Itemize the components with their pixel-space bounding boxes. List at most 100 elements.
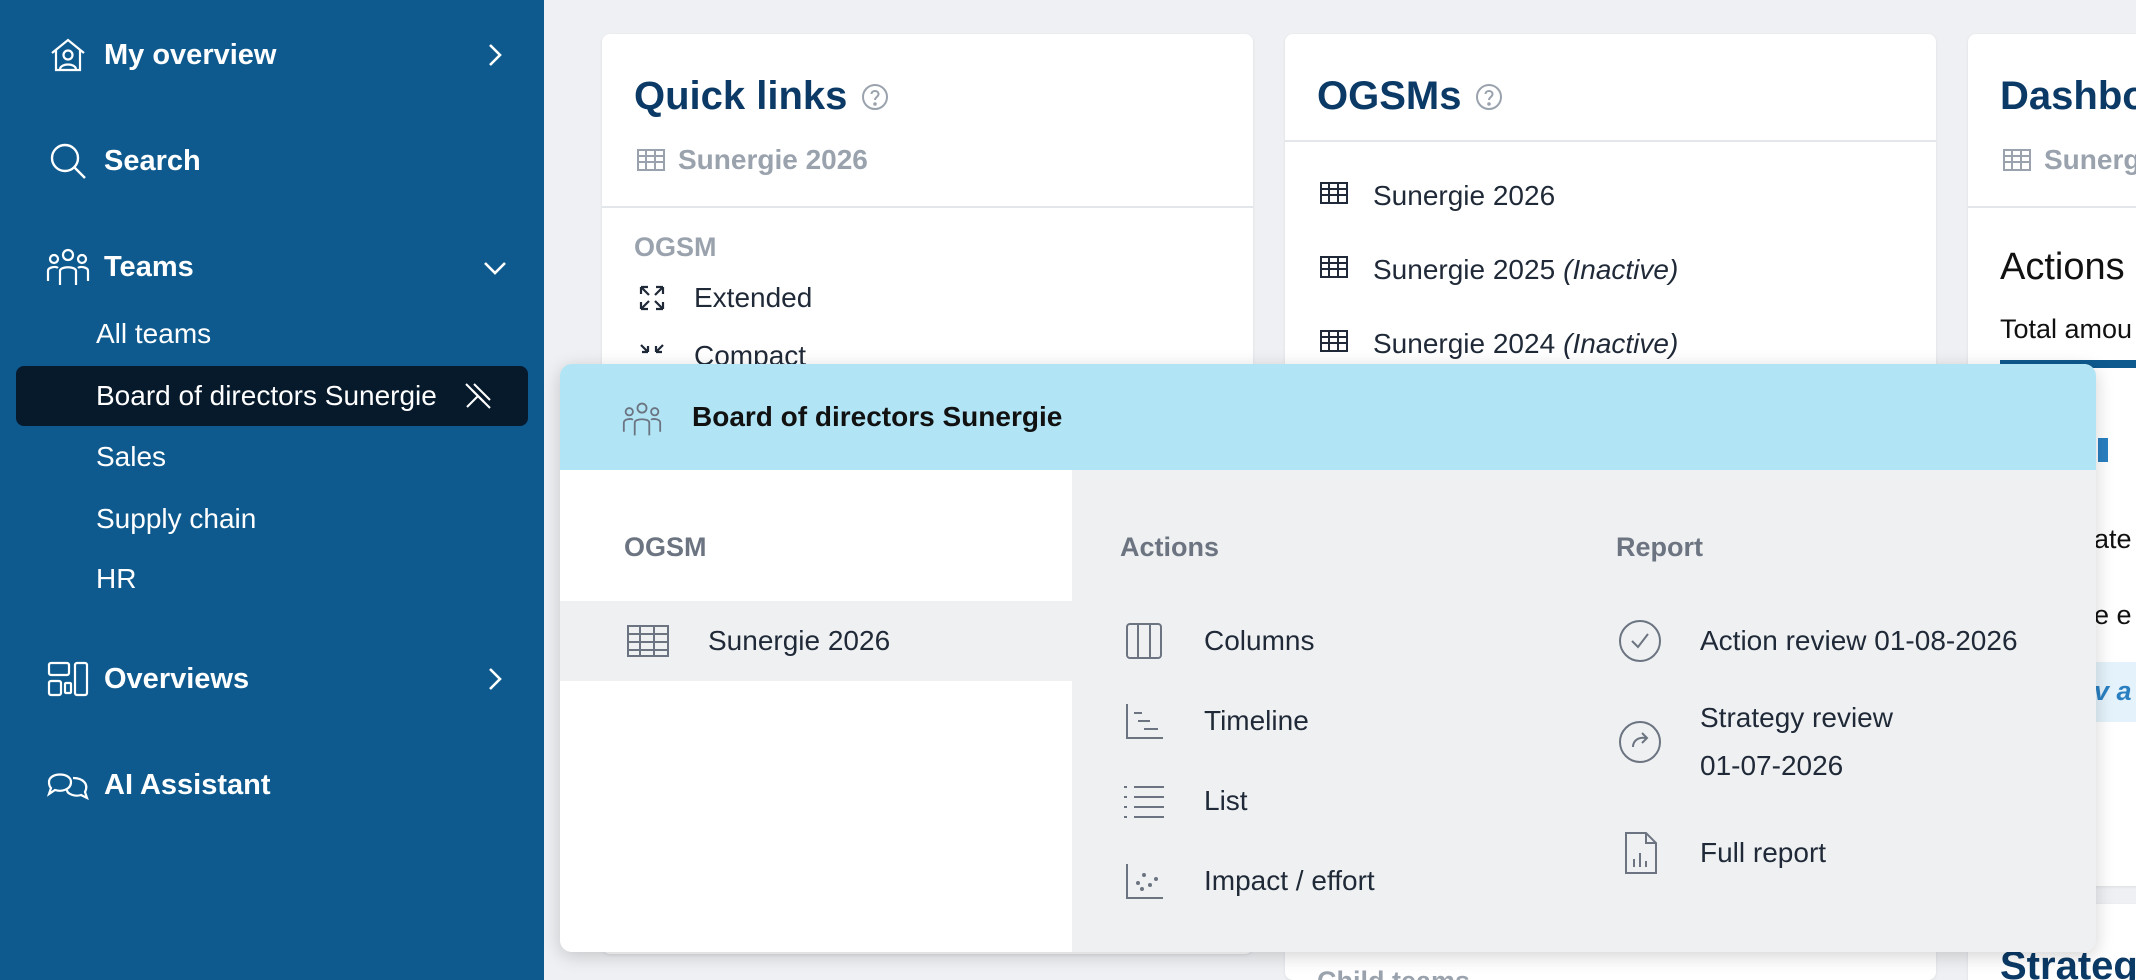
child-teams-label: Child teams <box>1317 966 1470 980</box>
sidebar: My overview Search Teams All teams Board… <box>0 0 544 980</box>
nav-my-overview[interactable]: My overview <box>44 25 276 85</box>
popup-item-label: List <box>1204 785 1248 816</box>
popup-action-impact-effort[interactable]: Impact / effort <box>1120 857 1375 905</box>
popup-report-heading: Report <box>1616 532 1703 562</box>
table-icon <box>2002 148 2032 172</box>
dashboard-link-fragment[interactable]: v a <box>2094 676 2132 707</box>
redo-circle-icon <box>1616 718 1664 766</box>
sidebar-item-supply-chain[interactable]: Supply chain <box>96 497 256 541</box>
quick-link-label: Extended <box>694 282 813 313</box>
nav-teams[interactable]: Teams <box>44 237 194 297</box>
popup-item-label: 01-07-2026 <box>1700 750 1844 781</box>
help-icon[interactable] <box>1475 83 1503 111</box>
sidebar-item-board-of-directors[interactable]: Board of directors Sunergie <box>96 366 437 426</box>
popup-item-label: Timeline <box>1204 705 1309 736</box>
dashboard-subtitle: Sunerg <box>2044 144 2136 175</box>
ogsm-status: (Inactive) <box>1563 254 1679 285</box>
popup-item-label: Columns <box>1204 625 1315 656</box>
ogsms-title: OGSMs <box>1317 74 1503 119</box>
popup-item-label: Sunergie 2026 <box>708 625 891 656</box>
team-icon <box>44 243 92 291</box>
table-icon <box>1319 254 1351 286</box>
nav-ai-assistant-label: AI Assistant <box>104 768 271 801</box>
divider <box>602 206 1253 208</box>
sidebar-item-label: Sales <box>96 441 167 472</box>
popup-title: Board of directors Sunergie <box>692 401 1063 432</box>
dashboard-text-fragment: ate <box>2094 524 2132 554</box>
list-icon <box>1120 777 1168 825</box>
sidebar-item-hr[interactable]: HR <box>96 557 136 601</box>
popup-action-columns[interactable]: Columns <box>1120 617 1314 665</box>
sidebar-item-label: Supply chain <box>96 503 257 534</box>
scatter-icon <box>1120 857 1168 905</box>
nav-my-overview-label: My overview <box>104 38 277 71</box>
divider <box>1968 206 2136 208</box>
table-icon <box>1319 328 1351 360</box>
quick-link-extended[interactable]: Extended <box>636 282 812 314</box>
table-icon <box>636 148 666 172</box>
nav-overviews-label: Overviews <box>104 662 250 695</box>
table-icon <box>1319 180 1351 212</box>
columns-icon <box>1120 617 1168 665</box>
quick-links-subtitle: Sunergie 2026 <box>678 144 868 175</box>
check-circle-icon <box>1616 617 1664 665</box>
expand-icon <box>636 282 668 314</box>
sidebar-item-label: HR <box>96 563 137 594</box>
table-icon <box>624 617 672 665</box>
popup-ogsm-item[interactable]: Sunergie 2026 <box>624 617 890 665</box>
quick-links-ogsm-selector[interactable]: Sunergie 2026 <box>636 144 868 176</box>
ogsm-name: Sunergie 2025 <box>1373 254 1556 285</box>
popup-ogsm-heading: OGSM <box>624 532 707 562</box>
card-title-text: OGSMs <box>1317 74 1462 118</box>
quick-links-section-label: OGSM <box>634 232 717 262</box>
popup-actions-heading: Actions <box>1120 532 1220 562</box>
chevron-right-icon[interactable] <box>482 42 508 68</box>
ogsm-name: Sunergie 2024 <box>1373 328 1556 359</box>
quick-links-title: Quick links <box>634 74 889 119</box>
nav-teams-label: Teams <box>104 250 194 283</box>
popup-item-label: Action review 01-08-2026 <box>1700 625 2018 656</box>
nav-overviews[interactable]: Overviews <box>44 649 249 709</box>
popup-item-label: Full report <box>1700 837 1827 868</box>
team-popup-menu: Board of directors Sunergie OGSM Sunergi… <box>560 364 2096 952</box>
card-title-text: Quick links <box>634 74 848 118</box>
divider <box>1285 140 1936 142</box>
dashboard-actions-title: Actions <box>2000 246 2125 288</box>
popup-action-timeline[interactable]: Timeline <box>1120 697 1309 745</box>
ogsm-item[interactable]: Sunergie 2025 (Inactive) <box>1319 254 1678 286</box>
ogsm-name: Sunergie 2026 <box>1373 180 1556 211</box>
ogsm-status: (Inactive) <box>1563 328 1679 359</box>
ogsm-item[interactable]: Sunergie 2024 (Inactive) <box>1319 328 1678 360</box>
ogsm-item[interactable]: Sunergie 2026 <box>1319 180 1555 212</box>
popup-item-label: Strategy review <box>1700 702 1893 733</box>
chevron-down-icon[interactable] <box>482 255 508 281</box>
dashboard-text-fragment: e e <box>2094 600 2132 630</box>
popup-item-label: Impact / effort <box>1204 865 1375 896</box>
dashboard-title: Dashbo <box>2000 74 2136 118</box>
sidebar-item-all-teams[interactable]: All teams <box>96 312 211 356</box>
nav-ai-assistant[interactable]: AI Assistant <box>44 755 271 815</box>
timeline-icon <box>1120 697 1168 745</box>
popup-header: Board of directors Sunergie <box>560 364 2096 470</box>
sidebar-item-sales[interactable]: Sales <box>96 435 166 479</box>
chat-icon <box>44 761 92 809</box>
popup-item-label-group: Strategy review 01-07-2026 <box>1700 694 1893 790</box>
popup-report-action-review[interactable]: Action review 01-08-2026 <box>1616 617 2018 665</box>
chart-marker <box>2098 438 2108 462</box>
popup-report-full-report[interactable]: Full report <box>1616 829 1826 877</box>
nav-search[interactable]: Search <box>44 131 201 191</box>
dashboard-total-text: Total amou <box>2000 314 2133 344</box>
help-icon[interactable] <box>861 83 889 111</box>
sidebar-item-label: Board of directors Sunergie <box>96 380 437 411</box>
nav-search-label: Search <box>104 144 201 177</box>
team-icon <box>622 399 662 439</box>
popup-action-list[interactable]: List <box>1120 777 1248 825</box>
overviews-icon <box>44 655 92 703</box>
search-icon <box>44 137 92 185</box>
chevron-right-icon[interactable] <box>482 666 508 692</box>
home-user-icon <box>44 31 92 79</box>
dashboard-ogsm-selector[interactable]: Sunerg <box>2002 144 2136 176</box>
sidebar-item-label: All teams <box>96 318 212 349</box>
popup-report-strategy-review[interactable]: Strategy review 01-07-2026 <box>1616 694 1893 790</box>
unpin-icon[interactable] <box>462 380 494 412</box>
